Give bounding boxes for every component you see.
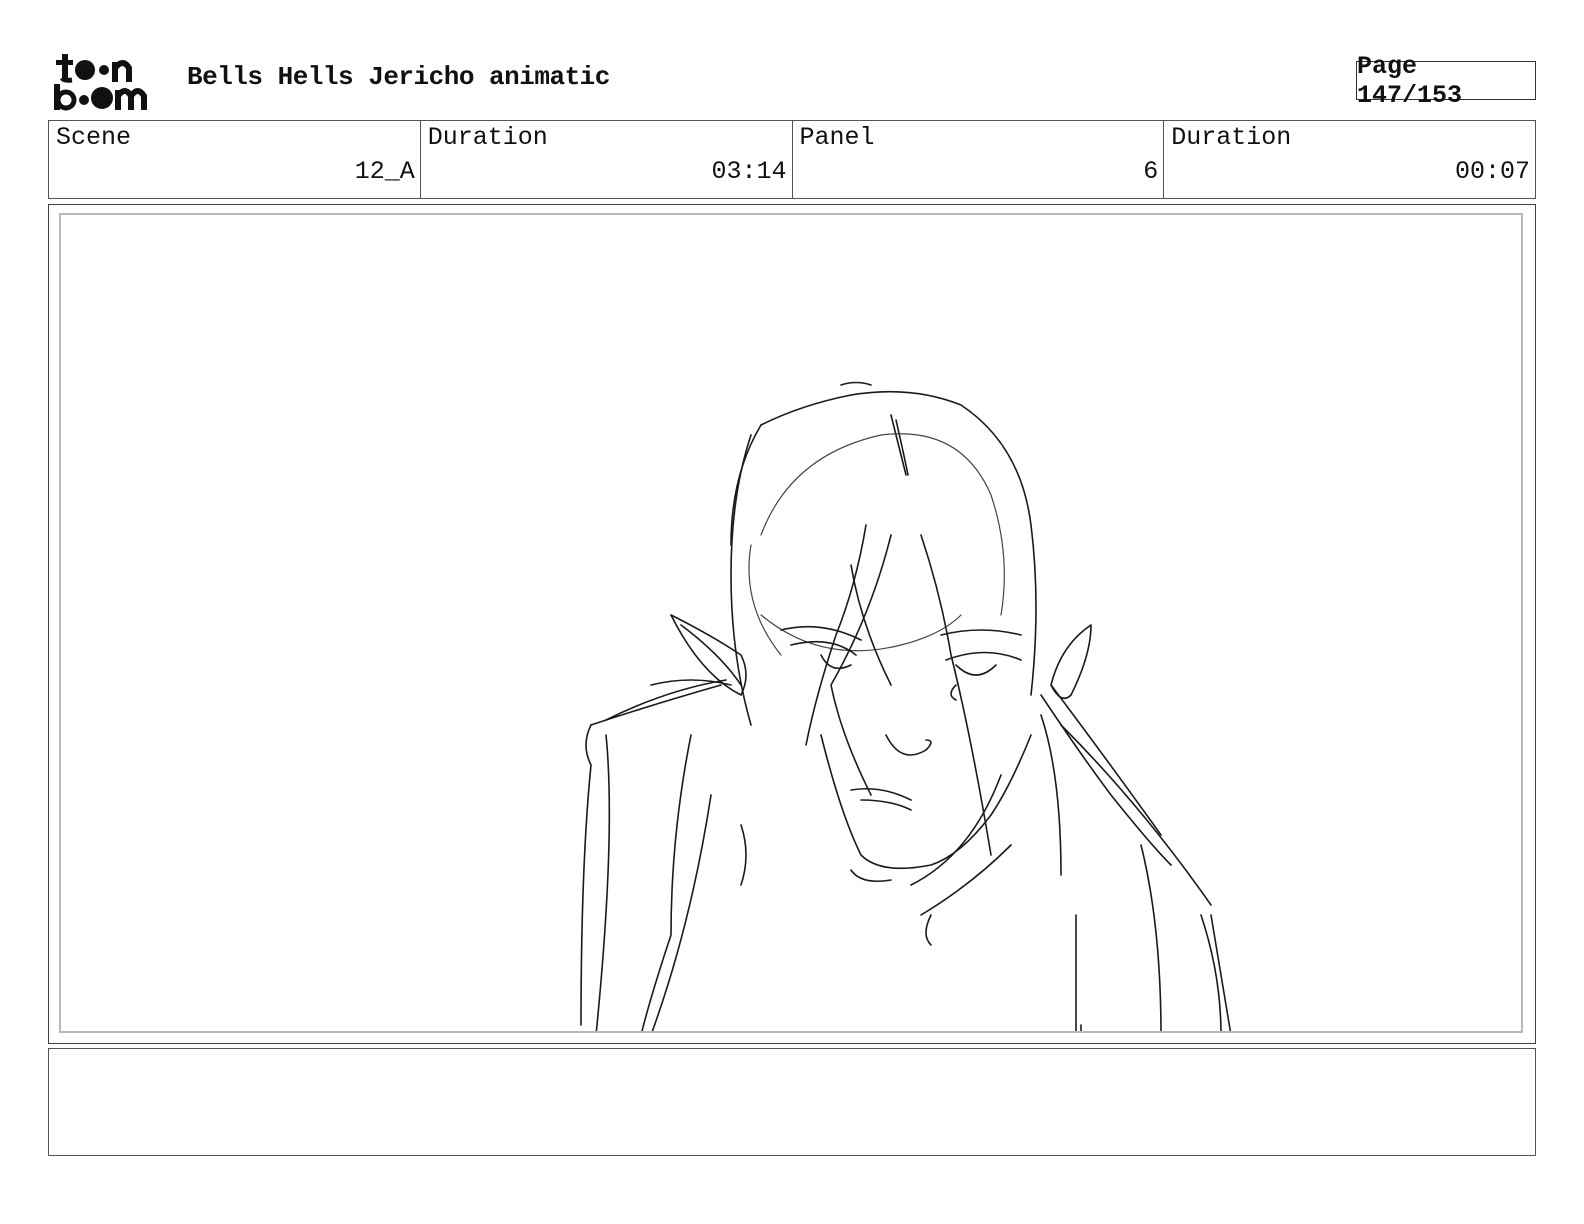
scene-duration-value: 03:14 bbox=[711, 157, 787, 186]
document-title: Bells Hells Jericho animatic bbox=[187, 62, 610, 92]
panel-value: 6 bbox=[1143, 157, 1159, 186]
scene-value: 12_A bbox=[354, 157, 415, 186]
panel-label: Panel bbox=[799, 123, 875, 152]
panel-notes-box bbox=[48, 1048, 1536, 1156]
panel-cell: Panel 6 bbox=[793, 121, 1165, 198]
scene-label: Scene bbox=[56, 123, 132, 152]
character-sketch bbox=[580, 381, 1232, 1031]
scene-duration-label: Duration bbox=[427, 123, 548, 152]
storyboard-panel-frame bbox=[48, 204, 1536, 1044]
storyboard-panel-image bbox=[59, 213, 1523, 1033]
scene-duration-cell: Duration 03:14 bbox=[421, 121, 793, 198]
panel-duration-cell: Duration 00:07 bbox=[1164, 121, 1535, 198]
panel-duration-value: 00:07 bbox=[1454, 157, 1530, 186]
toon-boom-logo bbox=[52, 52, 164, 112]
page-number: Page 147/153 bbox=[1356, 52, 1536, 110]
panel-duration-label: Duration bbox=[1171, 123, 1292, 152]
scene-info-row: Scene 12_A Duration 03:14 Panel 6 Durati… bbox=[48, 120, 1536, 199]
scene-cell: Scene 12_A bbox=[49, 121, 421, 198]
